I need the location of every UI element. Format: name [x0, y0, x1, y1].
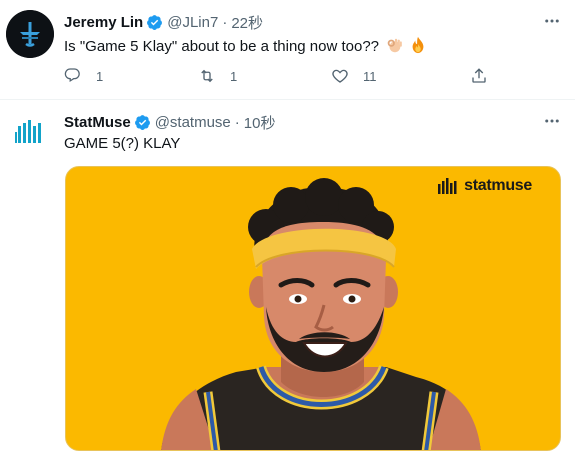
reply-count: 1 — [96, 68, 104, 84]
avatar[interactable] — [6, 110, 54, 158]
tweet-statmuse[interactable]: StatMuse @statmuse · 10秒 GAME 5(?) KLAY … — [0, 100, 575, 453]
share-button[interactable] — [470, 66, 488, 86]
more-options-icon[interactable] — [541, 110, 563, 132]
tweet-jeremy-lin[interactable]: Jeremy Lin @JLin7 · 22秒 Is "Game 5 Klay"… — [0, 0, 575, 100]
share-icon — [472, 68, 486, 83]
statmuse-logo-icon — [6, 110, 54, 158]
klay-illustration — [161, 178, 481, 450]
author-handle[interactable]: @statmuse — [155, 114, 231, 131]
author-name[interactable]: StatMuse — [64, 114, 131, 131]
tweet-header: Jeremy Lin @JLin7 · 22秒 — [64, 12, 263, 32]
verified-badge-icon — [134, 114, 150, 130]
timestamp[interactable]: 22秒 — [231, 12, 263, 33]
fire-emoji-icon — [409, 36, 427, 60]
reply-icon — [64, 68, 80, 83]
heart-icon — [332, 69, 348, 83]
tweet-actions: 1 1 11 — [64, 66, 534, 86]
verified-badge-icon — [147, 14, 163, 30]
timestamp[interactable]: 10秒 — [244, 112, 276, 133]
retweet-count: 1 — [230, 68, 238, 84]
tweet-text: GAME 5(?) KLAY — [64, 135, 181, 152]
like-count: 11 — [363, 68, 377, 84]
retweet-icon — [201, 69, 213, 83]
jeremy-lin-logo-icon — [6, 10, 54, 58]
tweet-text: Is "Game 5 Klay" about to be a thing now… — [64, 36, 427, 60]
author-name[interactable]: Jeremy Lin — [64, 14, 143, 31]
avatar[interactable] — [6, 10, 54, 58]
retweet-button[interactable]: 1 — [198, 66, 237, 86]
author-handle[interactable]: @JLin7 — [167, 14, 218, 31]
tweet-text-content: Is "Game 5 Klay" about to be a thing now… — [64, 38, 380, 55]
like-button[interactable]: 11 — [331, 66, 377, 86]
separator-dot: · — [234, 113, 240, 131]
more-options-icon[interactable] — [541, 10, 563, 32]
separator-dot: · — [222, 13, 228, 31]
reply-button[interactable]: 1 — [64, 66, 103, 86]
tweet-header: StatMuse @statmuse · 10秒 — [64, 112, 275, 132]
tweet-media-image[interactable]: statmuse — [65, 166, 561, 451]
ok-hand-emoji-icon — [385, 36, 403, 60]
